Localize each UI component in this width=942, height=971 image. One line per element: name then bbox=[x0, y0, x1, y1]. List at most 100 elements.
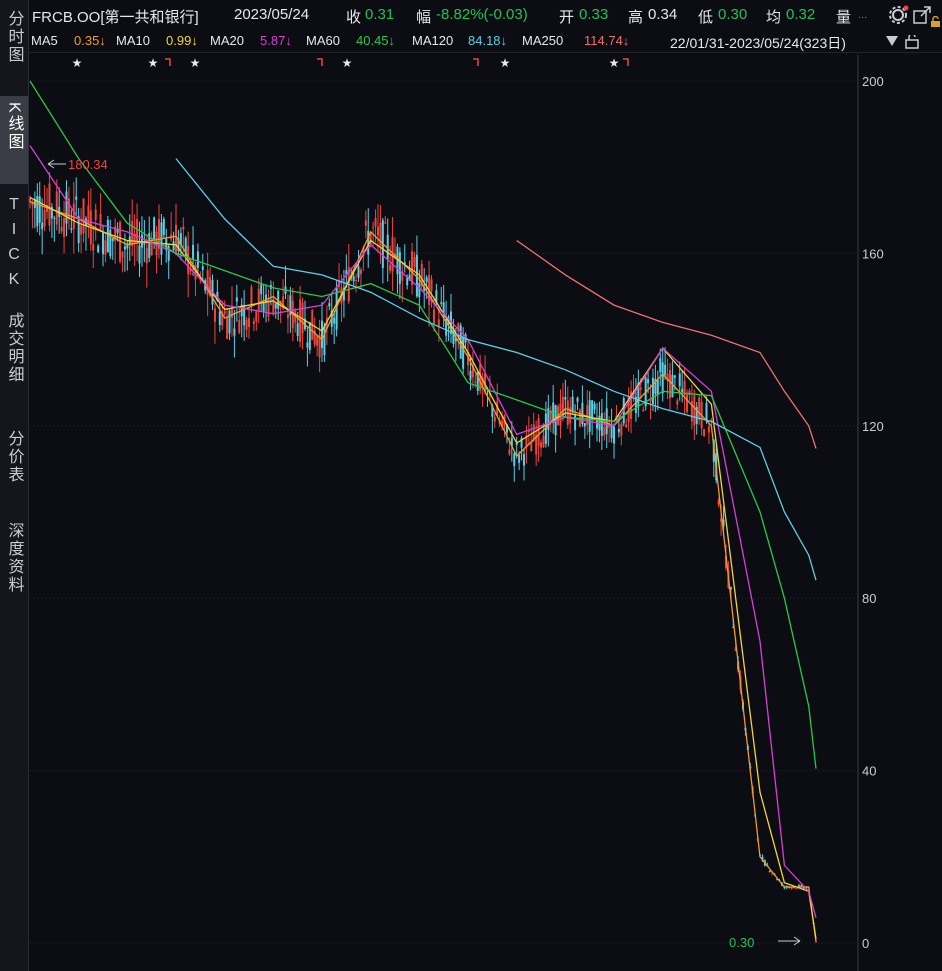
candle-body bbox=[328, 303, 331, 307]
candle-body bbox=[357, 266, 360, 278]
ma-line-ma5 bbox=[29, 201, 817, 942]
candle-body bbox=[43, 209, 46, 227]
candle-body bbox=[537, 418, 540, 446]
candle-body bbox=[386, 234, 389, 260]
candle-body bbox=[233, 328, 236, 336]
candle-body bbox=[306, 342, 309, 348]
candle-body bbox=[542, 435, 545, 448]
candle-body bbox=[104, 240, 107, 255]
candle-body bbox=[625, 424, 628, 428]
flag-icon bbox=[165, 58, 171, 66]
low-annotation-text: 0.30 bbox=[729, 935, 754, 950]
star-icon: ★ bbox=[148, 56, 159, 70]
candle-body bbox=[513, 453, 516, 466]
candle-body bbox=[260, 284, 263, 295]
candle-body bbox=[352, 276, 355, 282]
candle-body bbox=[411, 251, 414, 285]
candle-body bbox=[77, 216, 80, 244]
candle-body bbox=[678, 373, 681, 387]
candle-body bbox=[48, 183, 51, 226]
candle-body bbox=[321, 320, 324, 348]
candle-body bbox=[686, 394, 689, 412]
candle-body bbox=[296, 323, 299, 336]
candle-body bbox=[617, 428, 620, 433]
chart-grid bbox=[30, 80, 858, 944]
candle-body bbox=[228, 310, 231, 334]
ma-lines bbox=[29, 80, 817, 942]
candle-body bbox=[192, 244, 195, 260]
flag-icon bbox=[473, 58, 479, 66]
candle-body bbox=[138, 245, 141, 264]
candle-body bbox=[99, 214, 102, 229]
y-tick-label: 120 bbox=[862, 419, 884, 434]
candle-body bbox=[262, 302, 265, 312]
candle-body bbox=[676, 400, 679, 405]
candle-body bbox=[359, 269, 362, 275]
candle-body bbox=[111, 238, 114, 242]
ma-line-ma20 bbox=[29, 145, 817, 918]
candle-body bbox=[768, 871, 771, 873]
candle-body bbox=[574, 415, 577, 431]
high-annotation-text: 180.34 bbox=[68, 157, 108, 172]
candle-body bbox=[705, 403, 708, 420]
candle-body bbox=[323, 325, 326, 355]
candle-body bbox=[593, 403, 596, 410]
star-icon: ★ bbox=[72, 56, 83, 70]
candle-body bbox=[106, 220, 109, 253]
candle-body bbox=[413, 257, 416, 268]
candle-body bbox=[469, 370, 472, 381]
candle-body bbox=[248, 318, 251, 327]
candle-body bbox=[800, 885, 803, 887]
candle-body bbox=[474, 381, 477, 383]
candle-body bbox=[60, 226, 63, 232]
y-tick-label: 0 bbox=[862, 936, 869, 951]
candle-body bbox=[613, 426, 616, 444]
candle-body bbox=[223, 311, 226, 315]
candle-body bbox=[41, 222, 44, 230]
candle-body bbox=[440, 302, 443, 304]
ma-line-ma250 bbox=[516, 239, 817, 449]
candle-body bbox=[384, 222, 387, 224]
candle-body bbox=[333, 317, 336, 324]
flag-icon bbox=[623, 58, 629, 66]
candle-body bbox=[55, 191, 58, 225]
candle-body bbox=[642, 409, 645, 412]
candle-body bbox=[38, 196, 41, 223]
candle-body bbox=[235, 297, 238, 302]
candle-body bbox=[123, 246, 126, 250]
flag-icon bbox=[317, 58, 323, 66]
candle-body bbox=[430, 279, 433, 291]
candle-body bbox=[97, 245, 100, 253]
candle-body bbox=[522, 454, 525, 466]
candle-body bbox=[703, 429, 706, 437]
candle-body bbox=[389, 264, 392, 271]
candle-body bbox=[70, 228, 73, 230]
candle-body bbox=[65, 191, 68, 224]
candle-body bbox=[376, 226, 379, 236]
candle-body bbox=[462, 336, 465, 369]
star-icon: ★ bbox=[609, 56, 620, 70]
star-icon: ★ bbox=[190, 56, 201, 70]
candle-body bbox=[175, 224, 178, 255]
event-markers: ★ ★ ★ ★ ★ ★ bbox=[72, 56, 629, 70]
candle-body bbox=[245, 319, 248, 330]
candle-body bbox=[566, 400, 569, 425]
candle-body bbox=[564, 397, 567, 400]
candle-body bbox=[398, 252, 401, 285]
star-icon: ★ bbox=[500, 56, 511, 70]
candle-body bbox=[518, 455, 521, 463]
candle-body bbox=[274, 303, 277, 309]
candle-body bbox=[374, 218, 377, 227]
candle-body bbox=[226, 317, 229, 339]
candle-body bbox=[591, 400, 594, 420]
candle-body bbox=[63, 218, 66, 237]
kline-chart[interactable]: 200 160 120 80 40 0 ★ ★ ★ ★ ★ ★ 180.34 0.30 bbox=[0, 0, 942, 971]
candle-body bbox=[790, 887, 793, 889]
candle-body bbox=[238, 319, 241, 333]
low-annotation: 0.30 bbox=[729, 935, 801, 950]
candle-body bbox=[80, 225, 83, 235]
candle-body bbox=[364, 220, 367, 226]
candle-body bbox=[576, 397, 579, 402]
candle-body bbox=[698, 397, 701, 420]
ma-line-ma120 bbox=[175, 158, 817, 581]
